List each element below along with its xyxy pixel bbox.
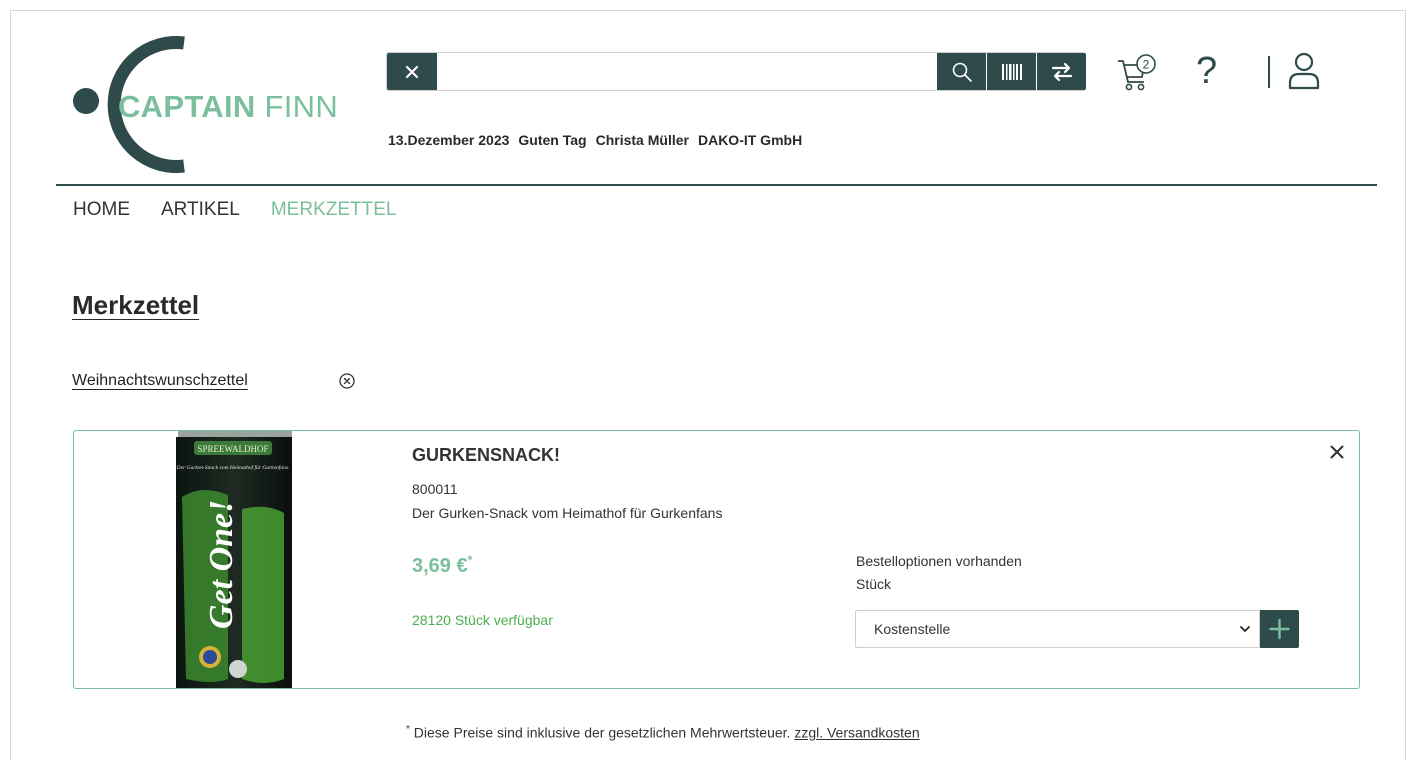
user-name: Christa Müller xyxy=(595,132,689,148)
logo-wordmark: CAPTAIN FINN xyxy=(118,89,339,124)
shipping-costs-link[interactable]: zzgl. Versandkosten xyxy=(794,725,919,741)
order-options-label: Bestelloptionen vorhanden xyxy=(856,553,1022,569)
barcode-scan-button[interactable] xyxy=(987,53,1036,90)
nav-home[interactable]: HOME xyxy=(73,199,130,220)
chevron-down-icon xyxy=(1240,626,1250,632)
product-number: 800011 xyxy=(412,481,458,497)
cost-center-select[interactable]: Kostenstelle xyxy=(855,610,1260,648)
cost-center-value: Kostenstelle xyxy=(874,621,951,637)
unit-label: Stück xyxy=(856,576,892,592)
cart-icon: 2 xyxy=(1118,54,1156,91)
user-account-button[interactable] xyxy=(1286,51,1322,91)
stock-availability: 28120 Stück verfügbar xyxy=(412,612,553,628)
greeting-line: 13.Dezember 2023 Guten Tag Christa Müller D… xyxy=(388,132,811,148)
product-image[interactable]: SPREEWALDHOF Der Gurken-Snack vom Heimat… xyxy=(172,431,296,688)
header-divider-line xyxy=(56,184,1377,186)
search-icon xyxy=(952,62,972,82)
product-name[interactable]: GURKENSNACK! xyxy=(412,445,560,466)
cart-button[interactable]: 2 xyxy=(1114,52,1164,94)
nav-merkzettel[interactable]: MERKZETTEL xyxy=(271,199,397,220)
search-input[interactable] xyxy=(439,55,931,88)
close-icon xyxy=(1330,445,1344,459)
nav-artikel[interactable]: ARTIKEL xyxy=(161,199,240,220)
user-icon xyxy=(1288,52,1320,90)
product-price: 3,69 €* xyxy=(412,553,473,577)
main-nav: HOME ARTIKEL MERKZETTEL xyxy=(73,199,427,221)
close-icon xyxy=(405,65,419,78)
greeting-text: Guten Tag xyxy=(518,132,587,148)
product-description: Der Gurken-Snack vom Heimathof für Gurke… xyxy=(412,505,723,521)
current-date: 13.Dezember 2023 xyxy=(388,132,510,148)
product-can-image: SPREEWALDHOF Der Gurken-Snack vom Heimat… xyxy=(176,431,292,688)
circle-close-icon xyxy=(339,373,355,389)
help-button[interactable]: ? xyxy=(1196,50,1217,93)
remove-item-button[interactable] xyxy=(1328,443,1346,461)
company-name: DAKO-IT GmbH xyxy=(697,132,803,148)
header-divider xyxy=(1268,56,1270,88)
plus-icon xyxy=(1269,618,1290,640)
swap-arrows-icon xyxy=(1051,62,1072,81)
switch-button[interactable] xyxy=(1037,53,1086,90)
remove-list-button[interactable] xyxy=(338,372,356,390)
svg-text:SPREEWALDHOF: SPREEWALDHOF xyxy=(197,444,268,454)
clear-search-button[interactable] xyxy=(387,53,437,90)
wishlist-item-card: SPREEWALDHOF Der Gurken-Snack vom Heimat… xyxy=(73,430,1360,689)
search-button[interactable] xyxy=(937,53,986,90)
add-to-cart-button[interactable] xyxy=(1260,610,1299,648)
cart-count-badge: 2 xyxy=(1143,58,1150,72)
price-footnote: * Diese Preise sind inklusive der gesetz… xyxy=(406,724,920,741)
search-bar xyxy=(386,52,1086,91)
svg-text:Der Gurken-Snack vom Heimathof: Der Gurken-Snack vom Heimathof für Gurke… xyxy=(176,464,290,471)
svg-text:Get One!: Get One! xyxy=(203,500,240,629)
page-title: Merkzettel xyxy=(72,290,200,320)
barcode-icon xyxy=(1001,63,1022,80)
wishlist-title-link[interactable]: Weihnachtswunschzettel xyxy=(72,372,248,390)
